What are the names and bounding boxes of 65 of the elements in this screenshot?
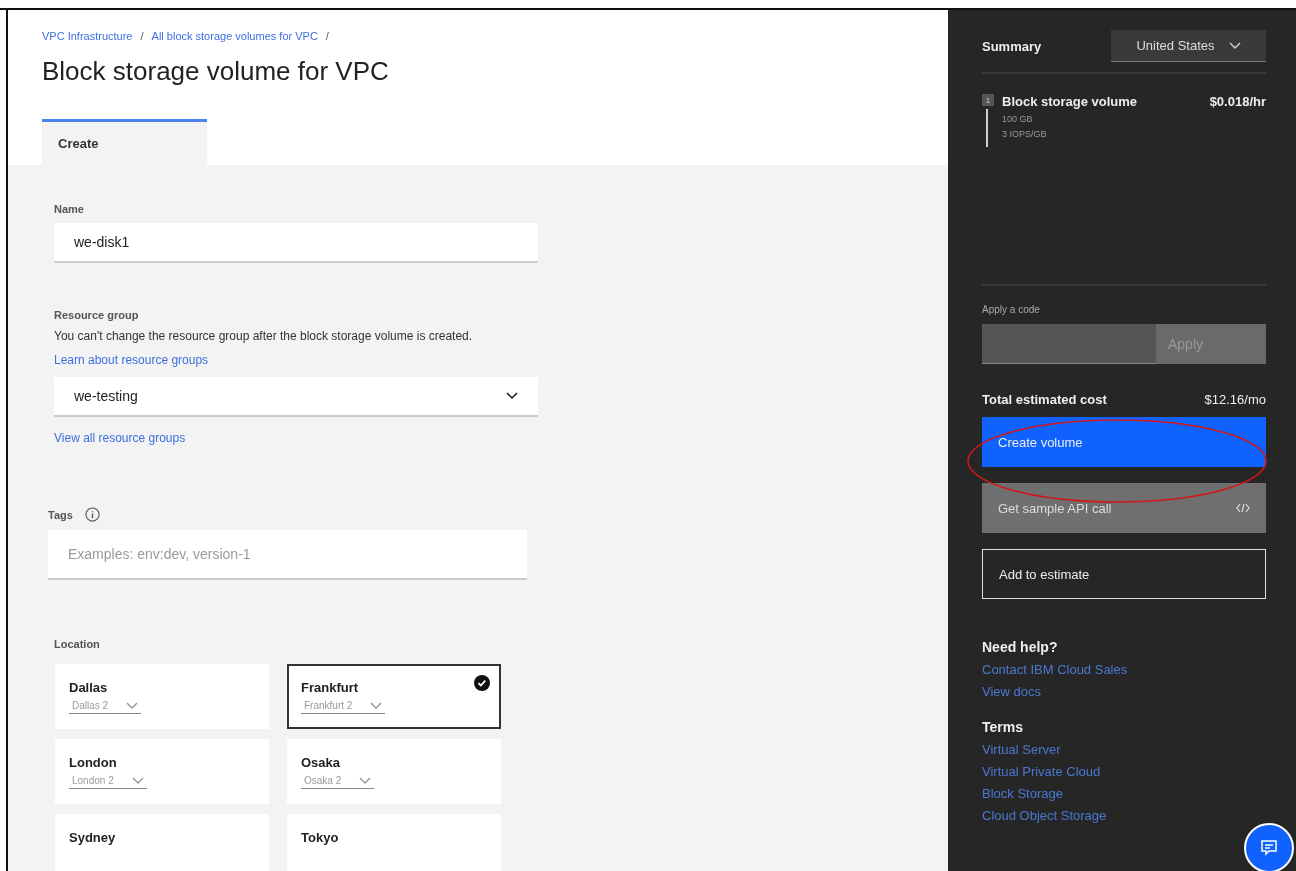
location-name: Tokyo (301, 830, 339, 845)
chevron-down-icon (506, 392, 518, 400)
breadcrumb-link[interactable]: All block storage volumes for VPC (151, 30, 318, 42)
checkmark-icon (474, 675, 490, 691)
help-link[interactable]: View docs (982, 681, 1041, 703)
help-text: You can't change the resource group after the block storage volume is created. (54, 329, 474, 343)
item-price: $0.018/hr (1209, 94, 1266, 109)
name-field[interactable]: we-disk1 (54, 223, 538, 263)
terms-link[interactable]: Virtual Private Cloud (982, 761, 1101, 783)
terms-link[interactable]: Block Storage (982, 783, 1063, 805)
create-button[interactable]: Create volume (982, 417, 1266, 467)
count-badge: 1 (982, 94, 994, 106)
help-heading: Need help? (982, 639, 1059, 655)
location-card[interactable]: Frankfurt Frankfurt 2 (287, 664, 501, 729)
info-icon[interactable] (84, 507, 100, 522)
location-card[interactable]: Tokyo (287, 814, 501, 871)
chat-button[interactable] (1244, 823, 1294, 871)
help-link[interactable]: Contact IBM Cloud Sales (982, 659, 1128, 681)
total-label: Total estimated cost (982, 392, 1107, 407)
view-groups-link[interactable]: View all resource groups (54, 431, 186, 445)
item-name: Block storage volume (1002, 94, 1138, 109)
location-name: Frankfurt (301, 680, 359, 695)
location-card[interactable]: Dallas Dallas 2 (55, 664, 269, 729)
field-label: Resource group (54, 309, 140, 321)
chat-icon (1259, 838, 1279, 858)
field-label: Name (54, 203, 85, 215)
resource-group-select[interactable]: we-testing (54, 377, 538, 417)
zone-select[interactable]: Frankfurt 2 (301, 698, 386, 714)
location-name: London (69, 755, 117, 770)
tab[interactable]: Create (42, 119, 207, 165)
location-name: Dallas (69, 680, 108, 695)
terms-heading: Terms (982, 719, 1024, 735)
page-title: Block storage volume for VPC (42, 56, 390, 87)
zone-select[interactable]: Osaka 2 (301, 773, 375, 789)
field-label: Location (54, 638, 101, 650)
estimate-button[interactable]: Add to estimate (982, 549, 1266, 599)
terms-link[interactable]: Cloud Object Storage (982, 805, 1107, 827)
item-detail: 3 IOPS/GB (1002, 128, 1048, 141)
code-icon (1236, 503, 1250, 513)
location-card[interactable]: Sydney (55, 814, 269, 871)
total-cost: $12.16/mo (1204, 392, 1266, 407)
location-card[interactable]: London London 2 (55, 739, 269, 804)
api-call-button[interactable]: Get sample API call (982, 483, 1266, 533)
zone-select[interactable]: Dallas 2 (69, 698, 142, 714)
summary-title: Summary (982, 38, 1042, 54)
breadcrumb-separator: / (325, 30, 329, 42)
code-field[interactable] (982, 324, 1156, 364)
field-label: Tags (48, 508, 73, 521)
zone-select[interactable]: London 2 (69, 773, 147, 789)
chevron-down-icon (131, 776, 144, 785)
region-select[interactable]: United States (1111, 30, 1266, 62)
chevron-down-icon (359, 776, 372, 785)
chevron-down-icon (370, 701, 383, 710)
location-name: Osaka (301, 755, 341, 770)
location-name: Sydney (69, 830, 116, 845)
learn-link[interactable]: Learn about resource groups (54, 353, 209, 367)
breadcrumb-link[interactable]: VPC Infrastructure (42, 30, 133, 42)
code-label: Apply a code (982, 304, 1041, 315)
breadcrumb-separator: / (140, 30, 144, 42)
terms-link[interactable]: Virtual Server (982, 739, 1061, 761)
location-card[interactable]: Osaka Osaka 2 (287, 739, 501, 804)
chevron-down-icon (1228, 41, 1241, 50)
chevron-down-icon (126, 701, 139, 710)
tags-field[interactable]: Examples: env:dev, version-1 (48, 530, 527, 580)
item-detail: 100 GB (1002, 113, 1034, 126)
